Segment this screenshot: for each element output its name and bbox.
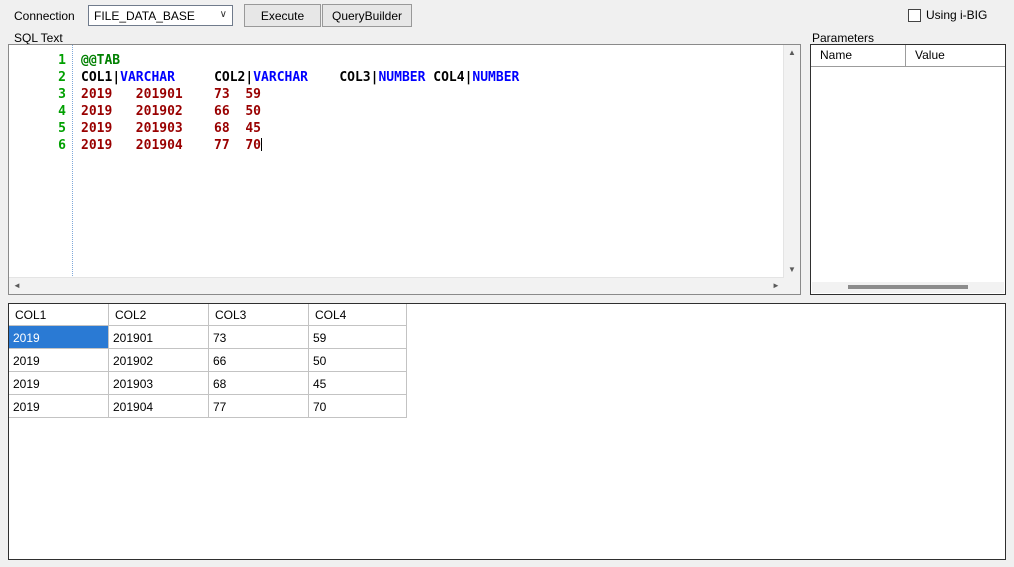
line-number: 5 bbox=[9, 120, 66, 137]
text-cursor bbox=[261, 138, 262, 151]
parameters-label: Parameters bbox=[812, 31, 874, 45]
results-cell[interactable]: 2019 bbox=[9, 395, 109, 418]
results-cell[interactable]: 59 bbox=[309, 326, 407, 349]
results-cell[interactable]: 201902 bbox=[109, 349, 209, 372]
scroll-right-icon[interactable]: ► bbox=[768, 278, 784, 294]
parameters-horizontal-scrollbar[interactable] bbox=[812, 282, 1004, 293]
editor-line: 2COL1|VARCHAR COL2|VARCHAR COL3|NUMBER C… bbox=[9, 69, 784, 86]
line-number: 2 bbox=[9, 69, 66, 86]
results-row[interactable]: 20192019047770 bbox=[9, 395, 1005, 418]
connection-select[interactable]: FILE_DATA_BASE ∨ bbox=[88, 5, 233, 26]
editor-line: 52019 201903 68 45 bbox=[9, 120, 784, 137]
results-column-header[interactable]: COL4 bbox=[309, 304, 407, 326]
line-number: 4 bbox=[9, 103, 66, 120]
parameters-column-header[interactable]: Value bbox=[906, 45, 1005, 66]
results-cell[interactable]: 45 bbox=[309, 372, 407, 395]
results-row[interactable]: 20192019017359 bbox=[9, 326, 1005, 349]
chevron-down-icon: ∨ bbox=[220, 9, 227, 20]
editor-line: 62019 201904 77 70 bbox=[9, 137, 784, 154]
results-column-header[interactable]: COL3 bbox=[209, 304, 309, 326]
line-number: 1 bbox=[9, 52, 66, 69]
sql-editor-lines: 1@@TAB2COL1|VARCHAR COL2|VARCHAR COL3|NU… bbox=[9, 52, 784, 154]
editor-vertical-scrollbar[interactable]: ▲ ▼ bbox=[783, 45, 800, 278]
sql-editor[interactable]: 1@@TAB2COL1|VARCHAR COL2|VARCHAR COL3|NU… bbox=[8, 44, 801, 295]
results-cell[interactable]: 66 bbox=[209, 349, 309, 372]
code-text: 2019 201901 73 59 bbox=[66, 86, 261, 103]
execute-button[interactable]: Execute bbox=[244, 4, 321, 27]
results-cell[interactable]: 201904 bbox=[109, 395, 209, 418]
results-cell[interactable]: 70 bbox=[309, 395, 407, 418]
scrollbar-thumb[interactable] bbox=[848, 285, 968, 289]
editor-line: 1@@TAB bbox=[9, 52, 784, 69]
gutter-separator bbox=[72, 45, 73, 278]
results-body: 2019201901735920192019026650201920190368… bbox=[9, 326, 1005, 418]
code-text: COL1|VARCHAR COL2|VARCHAR COL3|NUMBER CO… bbox=[66, 69, 519, 86]
results-row[interactable]: 20192019026650 bbox=[9, 349, 1005, 372]
code-text: 2019 201904 77 70 bbox=[66, 137, 262, 154]
results-grid[interactable]: COL1COL2COL3COL4 20192019017359201920190… bbox=[8, 303, 1006, 560]
results-cell[interactable]: 201903 bbox=[109, 372, 209, 395]
parameters-panel: NameValue bbox=[810, 44, 1006, 295]
results-cell[interactable]: 2019 bbox=[9, 349, 109, 372]
results-cell[interactable]: 50 bbox=[309, 349, 407, 372]
parameters-column-header[interactable]: Name bbox=[811, 45, 906, 66]
parameters-header-row: NameValue bbox=[811, 45, 1005, 67]
code-text: 2019 201902 66 50 bbox=[66, 103, 261, 120]
results-cell[interactable]: 201901 bbox=[109, 326, 209, 349]
using-ibig-label: Using i-BIG bbox=[926, 8, 987, 22]
results-column-header[interactable]: COL1 bbox=[9, 304, 109, 326]
editor-horizontal-scrollbar[interactable]: ◄ ► bbox=[9, 277, 784, 294]
scrollbar-corner bbox=[784, 278, 800, 294]
results-cell[interactable]: 73 bbox=[209, 326, 309, 349]
connection-label: Connection bbox=[14, 9, 75, 23]
results-cell[interactable]: 2019 bbox=[9, 326, 109, 349]
scroll-up-icon[interactable]: ▲ bbox=[784, 45, 800, 61]
scroll-down-icon[interactable]: ▼ bbox=[784, 262, 800, 278]
code-text: @@TAB bbox=[66, 52, 120, 69]
querybuilder-button[interactable]: QueryBuilder bbox=[322, 4, 412, 27]
results-column-header[interactable]: COL2 bbox=[109, 304, 209, 326]
connection-value: FILE_DATA_BASE bbox=[94, 9, 195, 23]
using-ibig-checkbox-group[interactable]: Using i-BIG bbox=[908, 8, 987, 22]
editor-line: 32019 201901 73 59 bbox=[9, 86, 784, 103]
results-header-row: COL1COL2COL3COL4 bbox=[9, 304, 1005, 326]
line-number: 6 bbox=[9, 137, 66, 154]
line-number: 3 bbox=[9, 86, 66, 103]
code-text: 2019 201903 68 45 bbox=[66, 120, 261, 137]
scroll-left-icon[interactable]: ◄ bbox=[9, 278, 25, 294]
using-ibig-checkbox[interactable] bbox=[908, 9, 921, 22]
results-cell[interactable]: 77 bbox=[209, 395, 309, 418]
results-cell[interactable]: 68 bbox=[209, 372, 309, 395]
sql-editor-text-area[interactable]: 1@@TAB2COL1|VARCHAR COL2|VARCHAR COL3|NU… bbox=[9, 45, 784, 278]
results-cell[interactable]: 2019 bbox=[9, 372, 109, 395]
editor-line: 42019 201902 66 50 bbox=[9, 103, 784, 120]
sql-text-label: SQL Text bbox=[14, 31, 63, 45]
results-row[interactable]: 20192019036845 bbox=[9, 372, 1005, 395]
